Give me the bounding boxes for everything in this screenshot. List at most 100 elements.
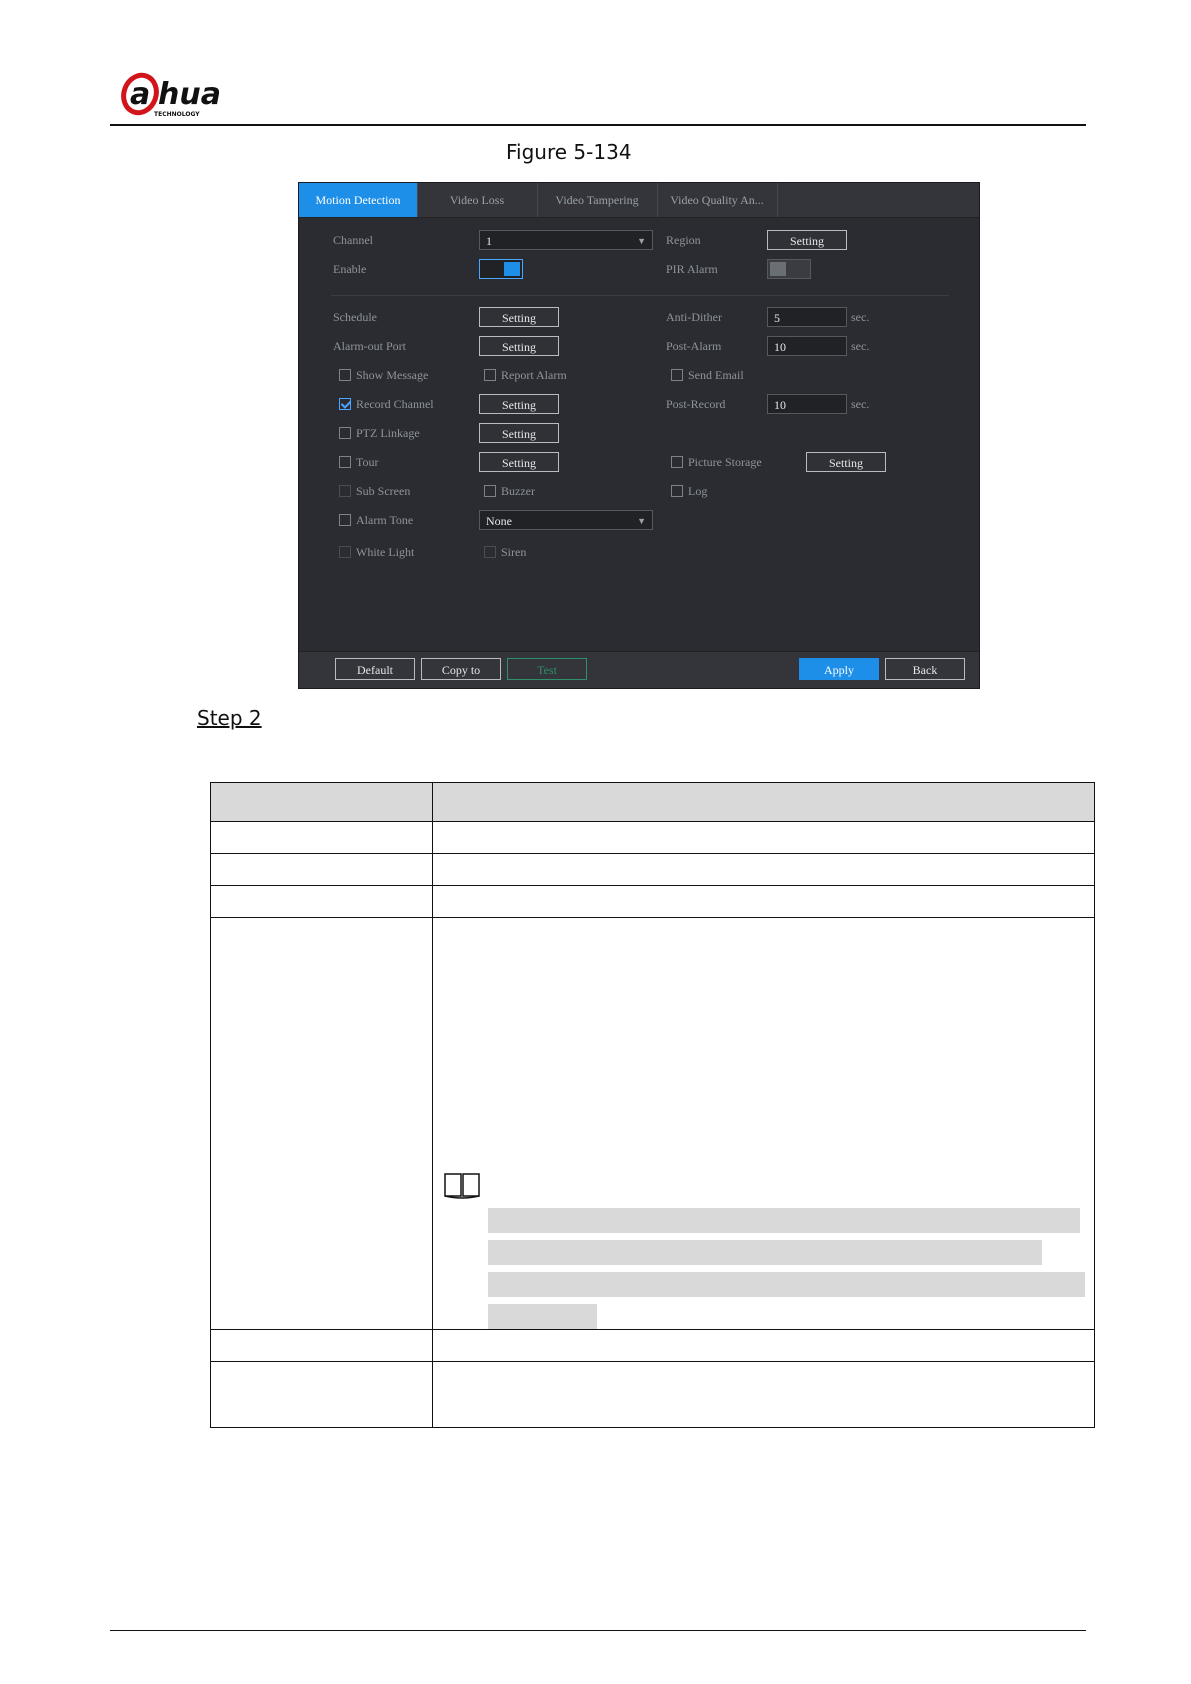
table-cell	[210, 853, 433, 886]
table-cell	[432, 853, 1095, 886]
post-record-unit: sec.	[851, 397, 870, 411]
tab-video-quality[interactable]: Video Quality An...	[657, 183, 778, 217]
report-alarm-label: Report Alarm	[501, 368, 567, 382]
log-checkbox[interactable]	[671, 485, 683, 497]
table-row	[210, 885, 1095, 918]
tab-video-loss[interactable]: Video Loss	[417, 183, 538, 217]
dropdown-arrow-icon: ▼	[637, 516, 646, 526]
pir-alarm-toggle[interactable]	[767, 259, 811, 279]
anti-dither-label: Anti-Dither	[666, 310, 722, 324]
figure-caption: Figure 5-134	[506, 140, 632, 164]
tab-motion-detection[interactable]: Motion Detection	[299, 183, 418, 217]
table-row	[210, 1361, 1095, 1428]
enable-label: Enable	[333, 262, 367, 276]
siren-label: Siren	[501, 545, 527, 559]
picture-storage-checkbox[interactable]	[671, 456, 683, 468]
send-email-checkbox[interactable]	[671, 369, 683, 381]
section-divider	[331, 295, 949, 296]
post-alarm-label: Post-Alarm	[666, 339, 722, 353]
table-cell	[432, 917, 1095, 1330]
tour-setting-button[interactable]: Setting	[479, 452, 559, 472]
svg-text:TECHNOLOGY: TECHNOLOGY	[154, 111, 200, 118]
alarm-tone-value: None	[486, 514, 512, 528]
post-record-input[interactable]: 10	[767, 394, 847, 414]
table-cell	[432, 885, 1095, 918]
log-label: Log	[688, 484, 708, 498]
post-alarm-unit: sec.	[851, 339, 870, 353]
channel-label: Channel	[333, 233, 373, 247]
action-bar: Default Copy to Test Apply Back	[299, 651, 979, 688]
note-line-placeholder	[488, 1272, 1085, 1297]
tab-video-tampering[interactable]: Video Tampering	[537, 183, 658, 217]
siren-checkbox[interactable]	[484, 546, 496, 558]
header-rule	[110, 124, 1086, 126]
buzzer-checkbox[interactable]	[484, 485, 496, 497]
buzzer-label: Buzzer	[501, 484, 535, 498]
record-channel-checkbox[interactable]	[339, 398, 351, 410]
anti-dither-unit: sec.	[851, 310, 870, 324]
alarm-tone-label: Alarm Tone	[356, 513, 414, 527]
schedule-label: Schedule	[333, 310, 377, 324]
table-header-row	[210, 782, 1095, 822]
white-light-label: White Light	[356, 545, 415, 559]
table-header-cell	[210, 782, 433, 822]
table-cell	[432, 1361, 1095, 1428]
record-channel-label: Record Channel	[356, 397, 434, 411]
svg-text:a: a	[130, 77, 150, 112]
parameter-table	[210, 782, 1095, 1428]
send-email-label: Send Email	[688, 368, 744, 382]
table-row	[210, 821, 1095, 854]
table-cell	[210, 1329, 433, 1362]
table-row	[210, 1329, 1095, 1362]
table-header-cell	[432, 782, 1095, 822]
apply-button[interactable]: Apply	[799, 658, 879, 680]
alarm-out-setting-button[interactable]: Setting	[479, 336, 559, 356]
table-cell	[210, 821, 433, 854]
post-record-label: Post-Record	[666, 397, 726, 411]
step-label: Step 2	[197, 706, 262, 730]
anti-dither-input[interactable]: 5	[767, 307, 847, 327]
table-row	[210, 917, 1095, 1330]
table-cell	[432, 1329, 1095, 1362]
table-cell	[210, 885, 433, 918]
test-button[interactable]: Test	[507, 658, 587, 680]
table-cell	[210, 917, 433, 1330]
white-light-checkbox[interactable]	[339, 546, 351, 558]
default-button[interactable]: Default	[335, 658, 415, 680]
picture-storage-setting-button[interactable]: Setting	[806, 452, 886, 472]
tour-checkbox[interactable]	[339, 456, 351, 468]
region-label: Region	[666, 233, 701, 247]
picture-storage-label: Picture Storage	[688, 455, 762, 469]
back-button[interactable]: Back	[885, 658, 965, 680]
copy-to-button[interactable]: Copy to	[421, 658, 501, 680]
channel-select[interactable]: 1 ▼	[479, 230, 653, 250]
ptz-linkage-checkbox[interactable]	[339, 427, 351, 439]
dropdown-arrow-icon: ▼	[637, 236, 646, 246]
report-alarm-checkbox[interactable]	[484, 369, 496, 381]
show-message-label: Show Message	[356, 368, 429, 382]
tab-bar: Motion Detection Video Loss Video Tamper…	[299, 183, 979, 218]
alarm-tone-checkbox[interactable]	[339, 514, 351, 526]
table-cell	[432, 821, 1095, 854]
table-row	[210, 853, 1095, 886]
post-alarm-input[interactable]: 10	[767, 336, 847, 356]
note-line-placeholder	[488, 1304, 597, 1329]
note-book-icon	[444, 1173, 480, 1199]
ptz-linkage-setting-button[interactable]: Setting	[479, 423, 559, 443]
motion-detection-panel: Motion Detection Video Loss Video Tamper…	[298, 182, 980, 689]
channel-value: 1	[486, 234, 492, 248]
note-line-placeholder	[488, 1208, 1080, 1233]
svg-text:hua: hua	[158, 77, 221, 112]
footer-rule	[110, 1630, 1086, 1631]
ptz-linkage-label: PTZ Linkage	[356, 426, 420, 440]
sub-screen-checkbox[interactable]	[339, 485, 351, 497]
schedule-setting-button[interactable]: Setting	[479, 307, 559, 327]
table-cell	[210, 1361, 433, 1428]
show-message-checkbox[interactable]	[339, 369, 351, 381]
alarm-tone-select[interactable]: None ▼	[479, 510, 653, 530]
region-setting-button[interactable]: Setting	[767, 230, 847, 250]
alarm-out-label: Alarm-out Port	[333, 339, 406, 353]
enable-toggle[interactable]	[479, 259, 523, 279]
sub-screen-label: Sub Screen	[356, 484, 411, 498]
record-channel-setting-button[interactable]: Setting	[479, 394, 559, 414]
